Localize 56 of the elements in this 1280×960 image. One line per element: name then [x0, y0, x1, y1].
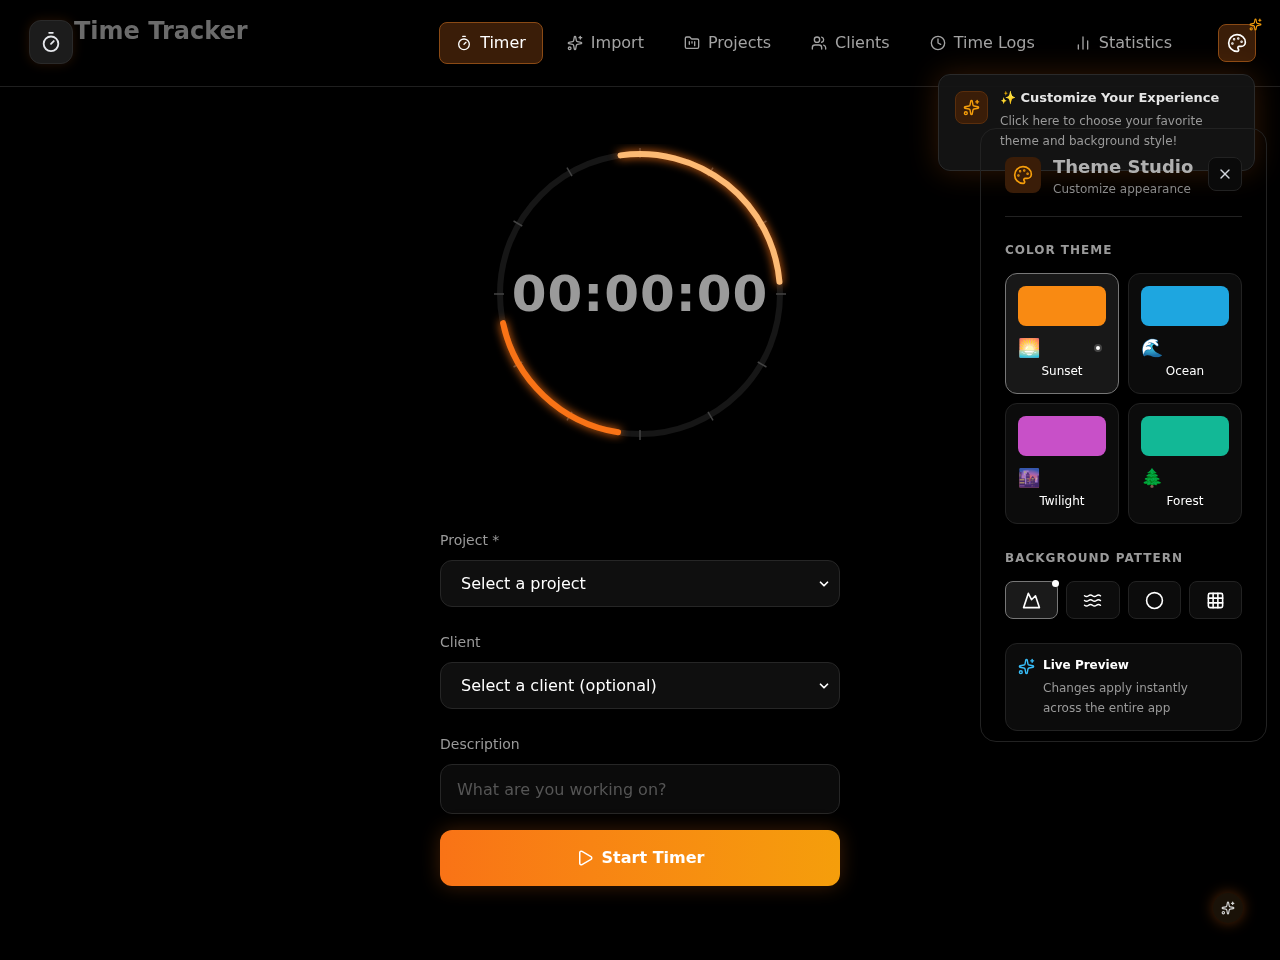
pattern-button[interactable] — [1127, 581, 1181, 619]
theme-emoji: 🌆 — [1018, 469, 1040, 487]
nav-tab[interactable]: Timer — [439, 22, 543, 64]
preview-title: Live Preview — [1043, 657, 1130, 674]
section-heading: COLOR THEME — [1005, 242, 1114, 259]
theme-name: Twilight — [1039, 493, 1085, 510]
palette-icon — [1005, 157, 1041, 193]
theme-card[interactable]: 🌅 Sunset — [1005, 273, 1119, 394]
circle-icon — [1144, 590, 1164, 610]
stopwatch-logo — [29, 20, 73, 64]
nav-tab[interactable]: Import — [550, 22, 660, 64]
folder-icon — [683, 35, 700, 51]
theme-emoji: 🌊 — [1141, 339, 1163, 357]
tooltip-title: ✨ Customize Your Experience — [1000, 89, 1221, 107]
pattern-button[interactable] — [1005, 581, 1059, 619]
nav-tab[interactable]: Clients — [795, 22, 906, 64]
theme-name: Sunset — [1041, 363, 1083, 380]
project-select[interactable]: Select a project — [440, 560, 840, 607]
theme-name: Ocean — [1165, 363, 1205, 380]
field-label: Client — [440, 633, 481, 652]
field-label: Project * — [440, 531, 500, 550]
sparkles-icon — [955, 91, 988, 124]
timer-display: 00:00:00 — [511, 269, 769, 319]
nav-tab[interactable]: Projects — [667, 22, 788, 64]
section-heading: BACKGROUND PATTERN — [1005, 550, 1184, 567]
nav-tab[interactable]: Time Logs — [913, 22, 1051, 64]
palette-icon — [1227, 33, 1247, 53]
field-label: Description — [440, 735, 520, 754]
nav-tab[interactable]: Statistics — [1058, 22, 1188, 64]
sparkles-icon — [566, 35, 583, 51]
theme-card[interactable]: 🌆 Twilight — [1005, 403, 1119, 524]
clock-icon — [929, 35, 946, 51]
sparkles-fab[interactable] — [1213, 893, 1243, 923]
sparkles-icon — [1018, 658, 1035, 675]
description-field[interactable]: What are you working on? — [440, 764, 840, 814]
grid-icon — [1205, 590, 1225, 610]
users-icon — [811, 35, 828, 51]
panel-subtitle: Customize appearance — [1053, 181, 1192, 198]
pattern-button[interactable] — [1066, 581, 1120, 619]
tooltip-text: Click here to choose your favorite theme and background style! — [1000, 112, 1204, 150]
palette-button[interactable] — [1218, 24, 1256, 62]
theme-name: Forest — [1166, 493, 1204, 510]
theme-emoji: 🌲 — [1141, 469, 1163, 487]
sparkles-icon — [1221, 901, 1235, 915]
close-button[interactable] — [1208, 157, 1242, 191]
sparkles-badge-icon — [1249, 18, 1262, 31]
theme-card[interactable]: 🌊 Ocean — [1128, 273, 1242, 394]
theme-card[interactable]: 🌲 Forest — [1128, 403, 1242, 524]
client-select[interactable]: Select a client (optional) — [440, 662, 840, 709]
mountain-icon — [1022, 590, 1042, 610]
theme-emoji: 🌅 — [1018, 339, 1040, 357]
app-title: Time Tracker — [74, 19, 248, 43]
stopwatch-icon — [456, 35, 473, 51]
preview-text: Changes apply instantly across the entire app — [1043, 680, 1189, 717]
panel-title: Theme Studio — [1053, 155, 1195, 179]
pattern-button[interactable] — [1188, 581, 1242, 619]
